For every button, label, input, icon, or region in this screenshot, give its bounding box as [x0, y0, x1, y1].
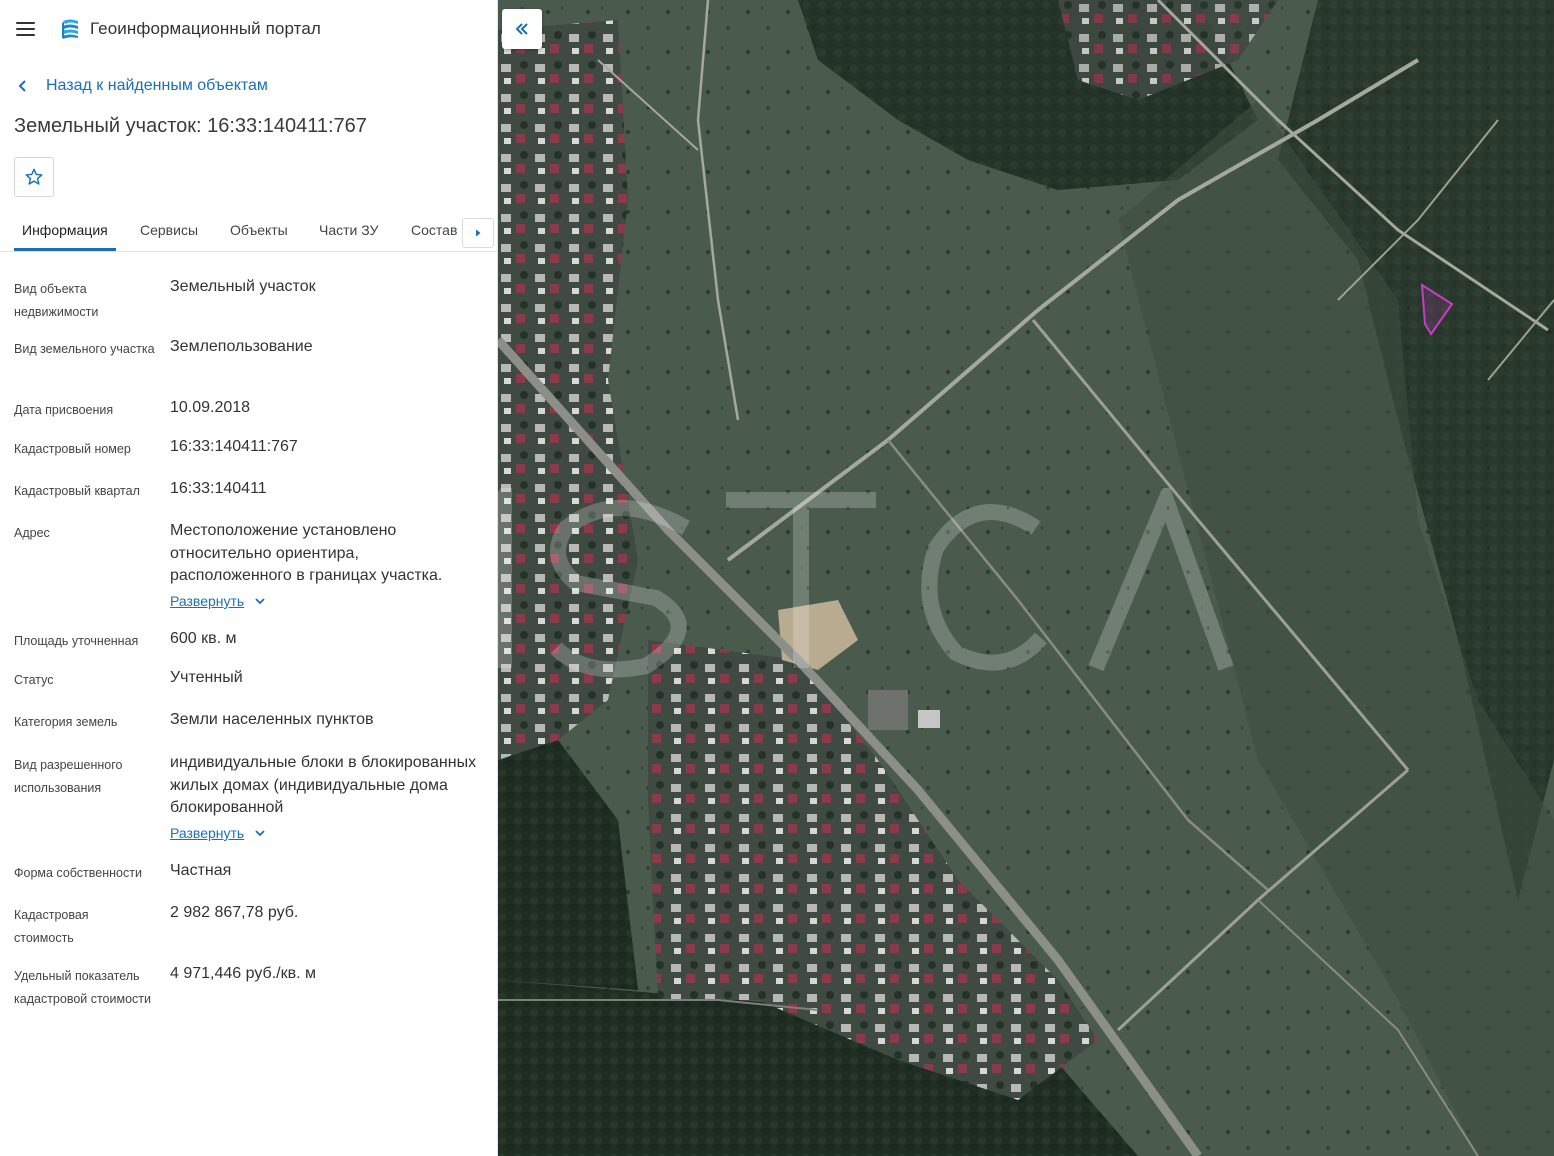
field-value: 16:33:140411 [170, 480, 267, 497]
field-label: Вид объекта недвижимости [14, 282, 99, 319]
tab-parts[interactable]: Части ЗУ [319, 222, 378, 238]
expand-label: Развернуть [170, 593, 245, 609]
field-value: Частная [170, 862, 232, 879]
back-to-results-link[interactable]: Назад к найденным объектам [16, 74, 268, 98]
field-value: Земельный участок [170, 278, 316, 295]
field-label: Вид разрешенного использования [14, 758, 123, 795]
tab-composition[interactable]: Состав [411, 222, 457, 238]
field-label: Кадастровая стоимость [14, 908, 89, 945]
field-value: 16:33:140411:767 [170, 438, 298, 455]
info-panel: Геоинформационный портал Назад к найденн… [0, 0, 498, 1156]
field-value: Земли населенных пунктов [170, 711, 374, 728]
field-label: Вид земельного участка [14, 342, 155, 356]
page-title: Земельный участок: 16:33:140411:767 [14, 115, 367, 137]
chevron-left-icon [18, 80, 26, 92]
field-value: 2 982 867,78 руб. [170, 904, 299, 921]
field-value: 600 кв. м [170, 630, 237, 647]
field-label: Площадь уточненная [14, 634, 139, 648]
address-value: Местоположение установлено относительно … [170, 522, 443, 584]
satellite-imagery [498, 0, 1554, 1156]
favorite-button[interactable] [14, 157, 54, 197]
tab-bar: Информация Сервисы Объекты Части ЗУ Сост… [0, 208, 497, 252]
field-label: Адрес [14, 526, 50, 540]
caret-right-icon [476, 229, 481, 237]
field-label: Кадастровый номер [14, 442, 131, 456]
top-bar: Геоинформационный портал [0, 0, 497, 58]
tab-info[interactable]: Информация [22, 222, 108, 238]
field-value: 10.09.2018 [170, 399, 251, 416]
expand-label: Развернуть [170, 825, 245, 841]
menu-icon[interactable] [14, 17, 38, 41]
chevron-down-icon [255, 598, 265, 605]
permitted-use-value: индивидуальные блоки в блокированных жил… [170, 754, 477, 816]
tabs-scroll-right-button[interactable] [462, 218, 494, 248]
collapse-panel-button[interactable] [502, 9, 542, 49]
app-title: Геоинформационный портал [90, 19, 321, 38]
field-label: Кадастровый квартал [14, 484, 140, 498]
field-value: 4 971,446 руб./кв. м [170, 965, 316, 982]
field-label: Форма собственности [14, 866, 142, 880]
back-link-label: Назад к найденным объектам [46, 77, 268, 94]
address-expand-link[interactable]: Развернуть [170, 593, 266, 609]
field-value: Учтенный [170, 669, 243, 686]
satellite-map[interactable] [498, 0, 1554, 1156]
tab-services[interactable]: Сервисы [140, 222, 198, 238]
permitted-use-expand-link[interactable]: Развернуть [170, 825, 266, 841]
field-label: Категория земель [14, 715, 118, 729]
active-tab-indicator [14, 248, 116, 251]
tab-objects[interactable]: Объекты [230, 222, 288, 238]
field-label: Дата присвоения [14, 403, 114, 417]
field-label: Статус [14, 673, 54, 687]
field-value: Землепользование [170, 338, 313, 355]
field-label: Удельный показатель кадастровой стоимост… [14, 969, 151, 1006]
star-icon [25, 168, 43, 185]
portal-logo-icon [58, 17, 82, 41]
chevron-down-icon [255, 830, 265, 837]
double-chevron-left-icon [515, 23, 528, 35]
